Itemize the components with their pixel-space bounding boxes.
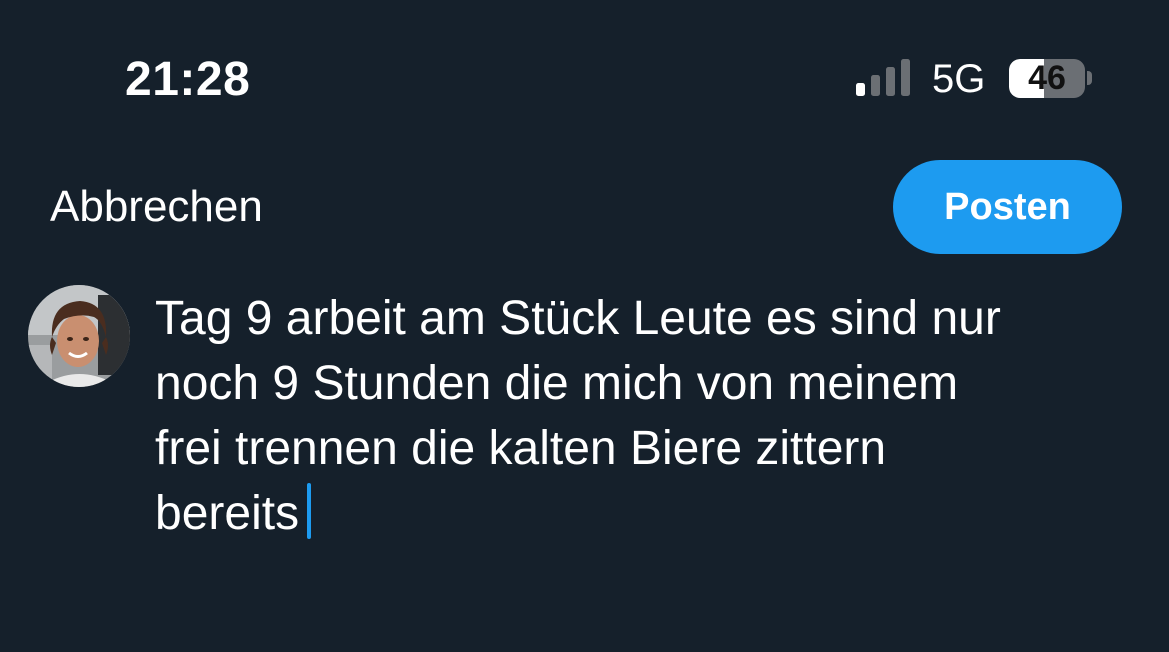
compose-line-2: noch 9 Stunden die mich von meinem: [155, 357, 959, 410]
compose-text-area[interactable]: Tag 9 arbeit am Stück Leute es sind nur …: [155, 286, 1135, 546]
cancel-button[interactable]: Abbrechen: [50, 182, 263, 232]
compose-line-3: frei trennen die kalten Biere zittern: [155, 422, 887, 475]
compose-line-1: Tag 9 arbeit am Stück Leute es sind nur: [155, 292, 1001, 345]
signal-bar-1: [856, 83, 865, 96]
signal-bar-3: [886, 67, 895, 96]
signal-bar-4: [901, 59, 910, 96]
cellular-signal-icon: [856, 59, 910, 96]
battery-icon: 46: [1009, 59, 1085, 98]
status-bar: 21:28 5G 46: [0, 0, 1169, 150]
signal-bar-2: [871, 75, 880, 96]
compose-line-4: bereits: [155, 487, 300, 540]
network-type-label: 5G: [932, 57, 986, 101]
status-time: 21:28: [125, 53, 251, 106]
compose-last-line: bereits: [155, 481, 1135, 546]
post-button[interactable]: Posten: [893, 160, 1122, 254]
battery-level: 46: [1028, 59, 1066, 97]
battery-tip: [1087, 71, 1092, 85]
user-avatar-image: [28, 285, 130, 387]
text-cursor: [307, 483, 312, 539]
avatar: [28, 285, 130, 387]
compose-screen: 21:28 5G 46 Abbrechen Posten Tag 9 arbei…: [0, 0, 1169, 652]
